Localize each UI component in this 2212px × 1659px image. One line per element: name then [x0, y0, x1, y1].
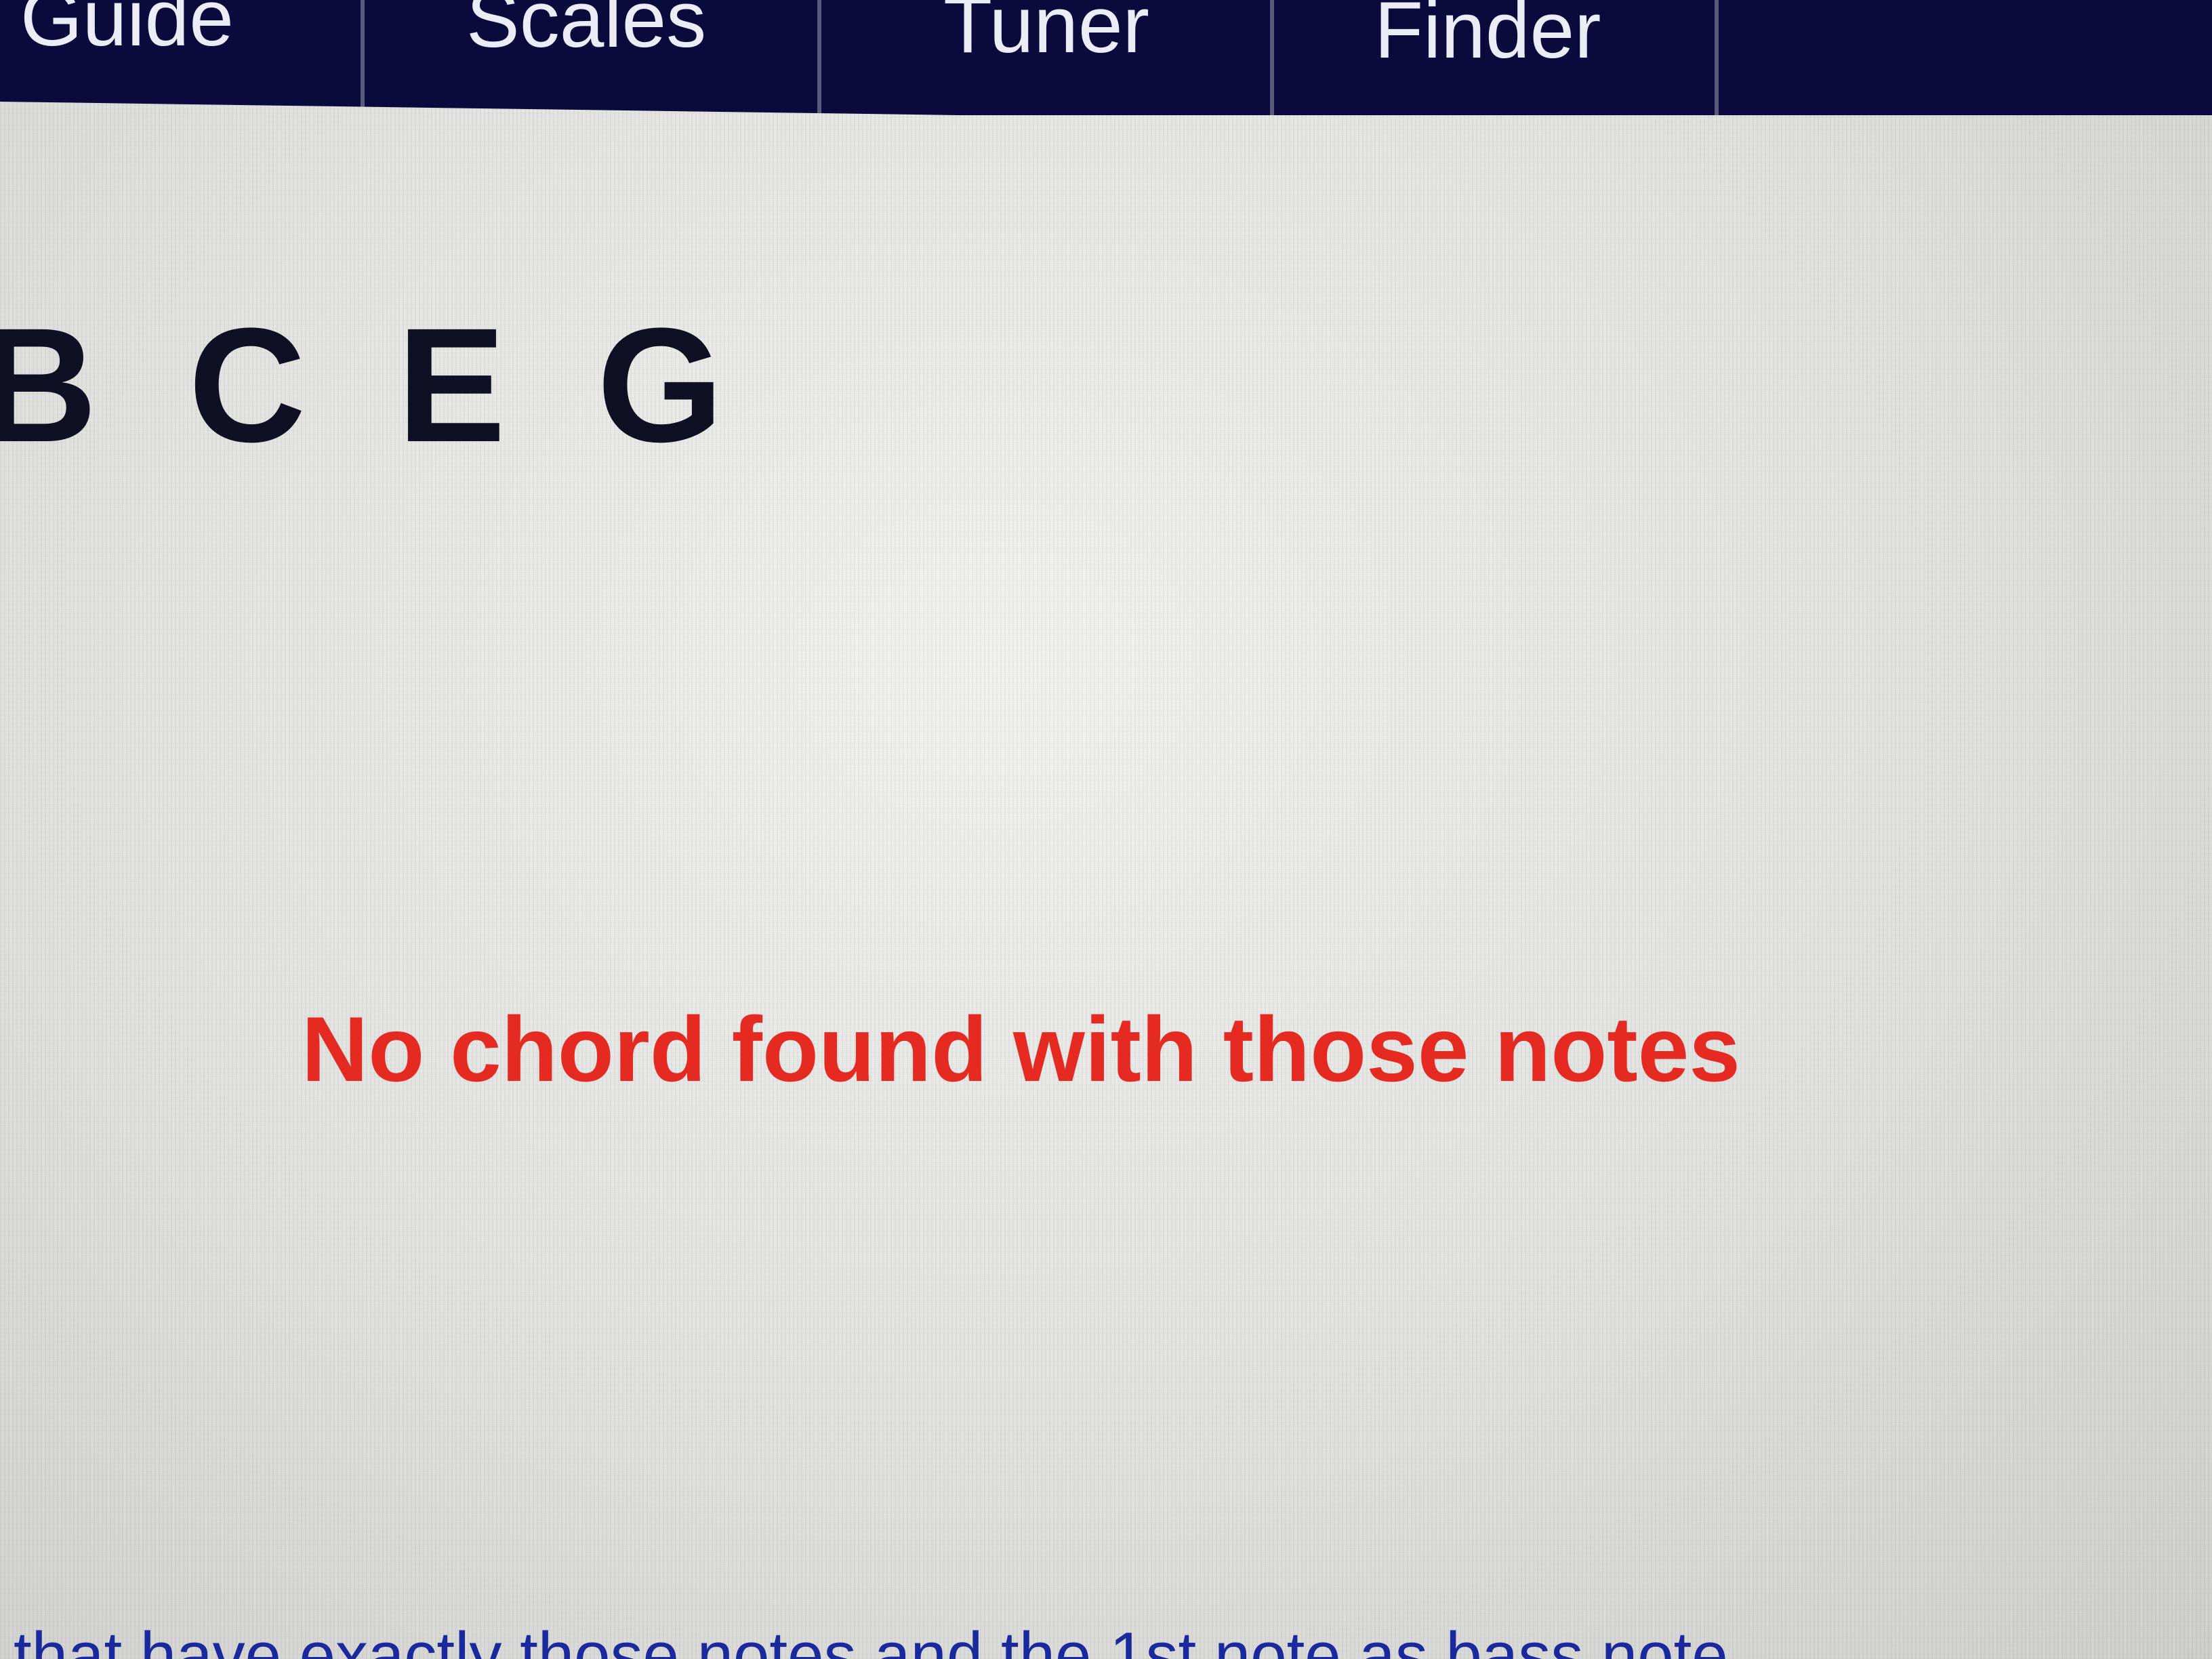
footer-description: that have exactly those notes and the 1s…: [14, 1619, 1728, 1659]
tab-tuner-label: Tuner: [943, 0, 1149, 70]
top-navigation-bar: Guide Scales Tuner Finder: [0, 0, 2212, 115]
no-chord-message: No chord found with those notes: [302, 998, 1740, 1101]
tab-scales[interactable]: Scales: [466, 0, 706, 95]
nav-divider: [1270, 0, 1274, 115]
tab-finder[interactable]: Finder: [1374, 0, 1601, 106]
nav-divider: [817, 0, 821, 115]
nav-divider: [361, 0, 365, 115]
nav-divider: [1715, 0, 1719, 115]
selected-notes: B C E G: [0, 294, 747, 476]
tab-scales-label: Scales: [466, 0, 707, 64]
tab-tuner[interactable]: Tuner: [943, 0, 1149, 100]
tab-guide[interactable]: Guide: [20, 0, 234, 94]
screen-surface: [0, 0, 2212, 1659]
tab-guide-label: Guide: [20, 0, 234, 63]
tab-finder-label: Finder: [1374, 0, 1601, 75]
